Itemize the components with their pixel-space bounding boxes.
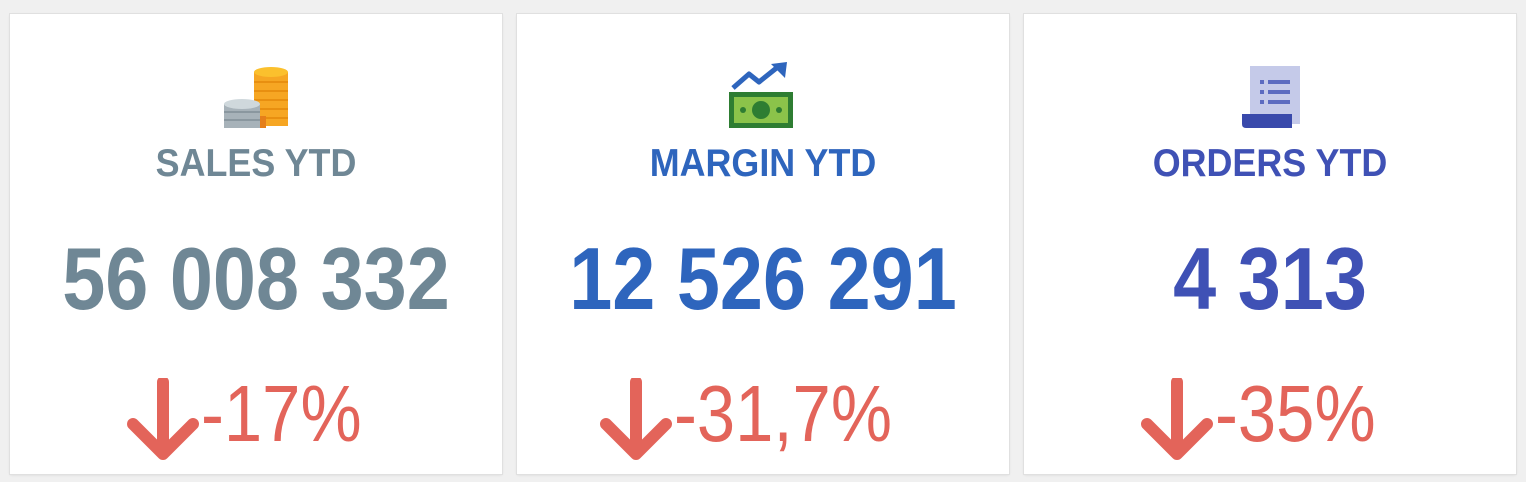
- kpi-change-text: -17%: [200, 369, 362, 458]
- arrow-down-icon: [1140, 378, 1213, 460]
- kpi-card-orders[interactable]: ORDERS YTD 4 313 -35%: [1024, 14, 1516, 474]
- coins-icon: [220, 62, 292, 134]
- kpi-change: -31,7%: [517, 364, 1009, 464]
- kpi-change: -35%: [1024, 364, 1516, 464]
- kpi-change-text: -35%: [1214, 369, 1376, 458]
- kpi-value: 12 526 291: [569, 229, 957, 328]
- kpi-title: MARGIN YTD: [649, 142, 877, 185]
- arrow-down-icon: [600, 378, 673, 460]
- arrow-down-icon: [126, 378, 199, 460]
- kpi-change-text: -31,7%: [674, 369, 893, 458]
- kpi-value: 56 008 332: [62, 229, 450, 328]
- kpi-value: 4 313: [1173, 229, 1367, 328]
- kpi-title: ORDERS YTD: [1152, 142, 1388, 185]
- kpi-change: -17%: [10, 364, 502, 464]
- kpi-card-sales[interactable]: SALES YTD 56 008 332 -17%: [10, 14, 502, 474]
- kpi-card-row: SALES YTD 56 008 332 -17% MARGIN YTD 12 …: [0, 0, 1526, 482]
- kpi-title: SALES YTD: [155, 142, 357, 185]
- money-growth-icon: [727, 62, 799, 134]
- receipt-icon: [1234, 62, 1306, 134]
- kpi-card-margin[interactable]: MARGIN YTD 12 526 291 -31,7%: [517, 14, 1009, 474]
